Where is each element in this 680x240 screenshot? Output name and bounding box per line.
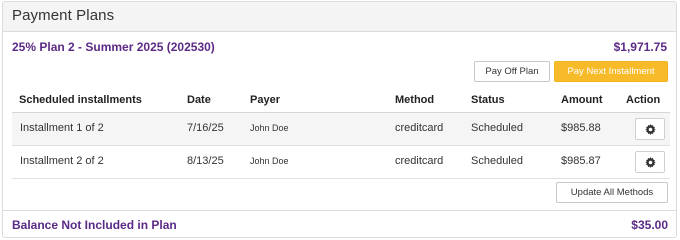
balance-label: Balance Not Included in Plan [12,218,177,232]
gear-icon [645,157,656,168]
plan-name: 25% Plan 2 - Summer 2025 (202530) [12,40,215,54]
header-installments: Scheduled installments [19,94,142,106]
installment-cell: Installment 2 of 2 [20,155,104,167]
balance-amount: $35.00 [631,218,668,232]
installment-settings-button[interactable] [635,151,665,173]
update-all-methods-button[interactable]: Update All Methods [556,182,668,203]
status-cell: Scheduled [471,122,523,134]
amount-cell: $985.88 [561,122,601,134]
payer-cell: John Doe [250,123,289,133]
payer-cell: John Doe [250,156,289,166]
payment-plans-panel: Payment Plans 25% Plan 2 - Summer 2025 (… [2,1,677,238]
installment-cell: Installment 1 of 2 [20,122,104,134]
pay-next-installment-button[interactable]: Pay Next Installment [554,61,668,82]
table-row: Installment 2 of 2 8/13/25 John Doe cred… [12,146,670,179]
installment-settings-button[interactable] [635,118,665,140]
amount-cell: $985.87 [561,155,601,167]
header-payer: Payer [250,94,280,106]
table-row: Installment 1 of 2 7/16/25 John Doe cred… [12,113,670,146]
pay-off-plan-button[interactable]: Pay Off Plan [474,61,550,82]
status-cell: Scheduled [471,155,523,167]
header-status: Status [471,94,505,106]
method-cell: creditcard [395,122,444,134]
table-header-row: Scheduled installments Date Payer Method… [12,87,670,113]
date-cell: 8/13/25 [187,155,224,167]
plan-total: $1,971.75 [613,40,667,54]
header-action: Action [626,94,661,106]
header-method: Method [395,94,435,106]
method-cell: creditcard [395,155,444,167]
header-date: Date [187,94,211,106]
panel-header: Payment Plans [3,2,676,32]
date-cell: 7/16/25 [187,122,224,134]
plan-summary: 25% Plan 2 - Summer 2025 (202530) $1,971… [12,40,667,58]
panel-title: Payment Plans [12,7,115,24]
header-amount: Amount [561,94,603,106]
gear-icon [645,124,656,135]
balance-row: Balance Not Included in Plan $35.00 [3,210,676,237]
